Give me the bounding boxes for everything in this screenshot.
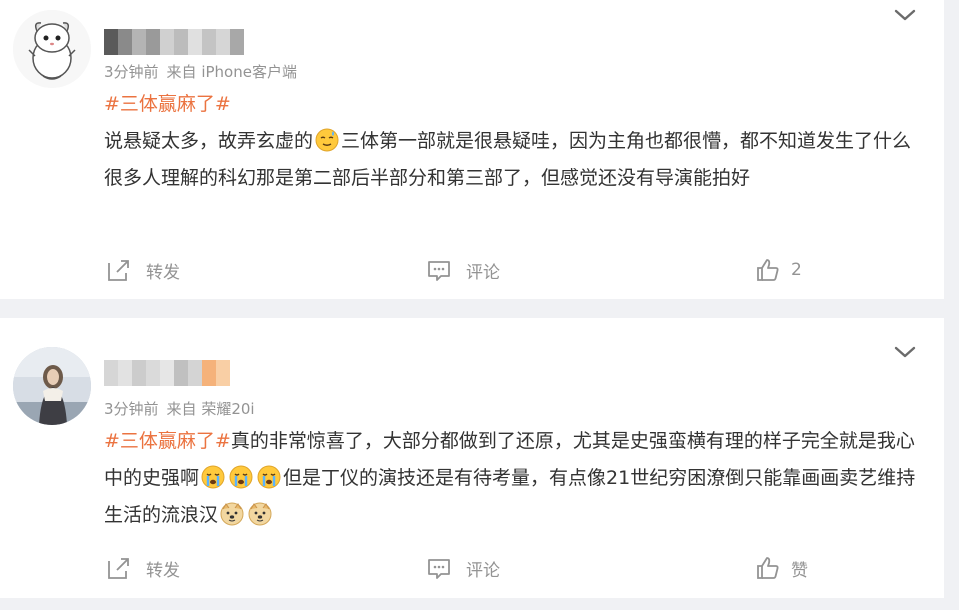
repost-label: 转发 <box>146 560 180 581</box>
chevron-down-icon[interactable] <box>894 345 916 359</box>
thumbs-up-icon <box>757 557 779 579</box>
action-bar: 转发 评论 赞 <box>0 555 944 585</box>
crying-emoji-icon <box>229 465 253 489</box>
username-blurred[interactable] <box>104 29 244 55</box>
topic-link[interactable]: #三体赢麻了# <box>104 430 231 452</box>
comment-icon <box>428 261 450 281</box>
topic-link[interactable]: #三体赢麻了# <box>104 93 231 115</box>
photo-avatar-icon <box>13 347 91 425</box>
like-count: 2 <box>791 260 802 280</box>
crying-emoji-icon <box>201 465 225 489</box>
post-source: 来自 荣耀20i <box>166 400 255 418</box>
comment-button[interactable]: 评论 <box>426 555 500 581</box>
like-button[interactable]: 2 <box>755 257 802 283</box>
share-icon <box>108 260 129 281</box>
share-icon <box>108 558 129 579</box>
username-blurred[interactable] <box>104 360 230 386</box>
avatar[interactable] <box>13 347 91 425</box>
doge-emoji-icon <box>248 502 272 526</box>
comment-label: 评论 <box>466 560 500 581</box>
like-label: 赞 <box>791 560 808 581</box>
post-time[interactable]: 3分钟前 <box>104 400 159 418</box>
comment-button[interactable]: 评论 <box>426 257 500 283</box>
repost-button[interactable]: 转发 <box>106 257 180 283</box>
action-bar: 转发 评论 2 <box>0 257 944 287</box>
doge-emoji-icon <box>220 502 244 526</box>
repost-button[interactable]: 转发 <box>106 555 180 581</box>
post-source: 来自 iPhone客户端 <box>166 63 297 81</box>
comment-icon <box>428 559 450 579</box>
post-time[interactable]: 3分钟前 <box>104 63 159 81</box>
post-content: #三体赢麻了#真的非常惊喜了，大部分都做到了还原，尤其是史强蛮横有理的样子完全就… <box>104 423 919 534</box>
post-meta: 3分钟前 来自 iPhone客户端 <box>104 61 297 82</box>
comment-label: 评论 <box>466 262 500 283</box>
hamster-avatar-icon <box>13 10 91 88</box>
sweat-smile-emoji-icon <box>315 128 339 152</box>
post-card: 3分钟前 来自 荣耀20i #三体赢麻了#真的非常惊喜了，大部分都做到了还原，尤其… <box>0 318 944 598</box>
like-button[interactable]: 赞 <box>755 555 808 581</box>
avatar[interactable] <box>13 10 91 88</box>
post-content: #三体赢麻了# 说悬疑太多，故弄玄虚的 三体第一部就是很悬疑哇，因为主角也都很懵，… <box>104 86 919 197</box>
post-card: 3分钟前 来自 iPhone客户端 #三体赢麻了# 说悬疑太多，故弄玄虚的 三体第一… <box>0 0 944 299</box>
thumbs-up-icon <box>757 259 779 281</box>
post-meta: 3分钟前 来自 荣耀20i <box>104 398 255 419</box>
repost-label: 转发 <box>146 262 180 283</box>
post-text: 说悬疑太多，故弄玄虚的 <box>104 130 314 152</box>
post-text: 很多人理解的科幻那是第二部后半部分和第三部了，但感觉还没有导演能拍好 <box>104 167 751 189</box>
chevron-down-icon[interactable] <box>894 8 916 22</box>
post-text: 三体第一部就是很悬疑哇，因为主角也都很懵，都不知道发生了什么 <box>341 130 912 152</box>
crying-emoji-icon <box>257 465 281 489</box>
